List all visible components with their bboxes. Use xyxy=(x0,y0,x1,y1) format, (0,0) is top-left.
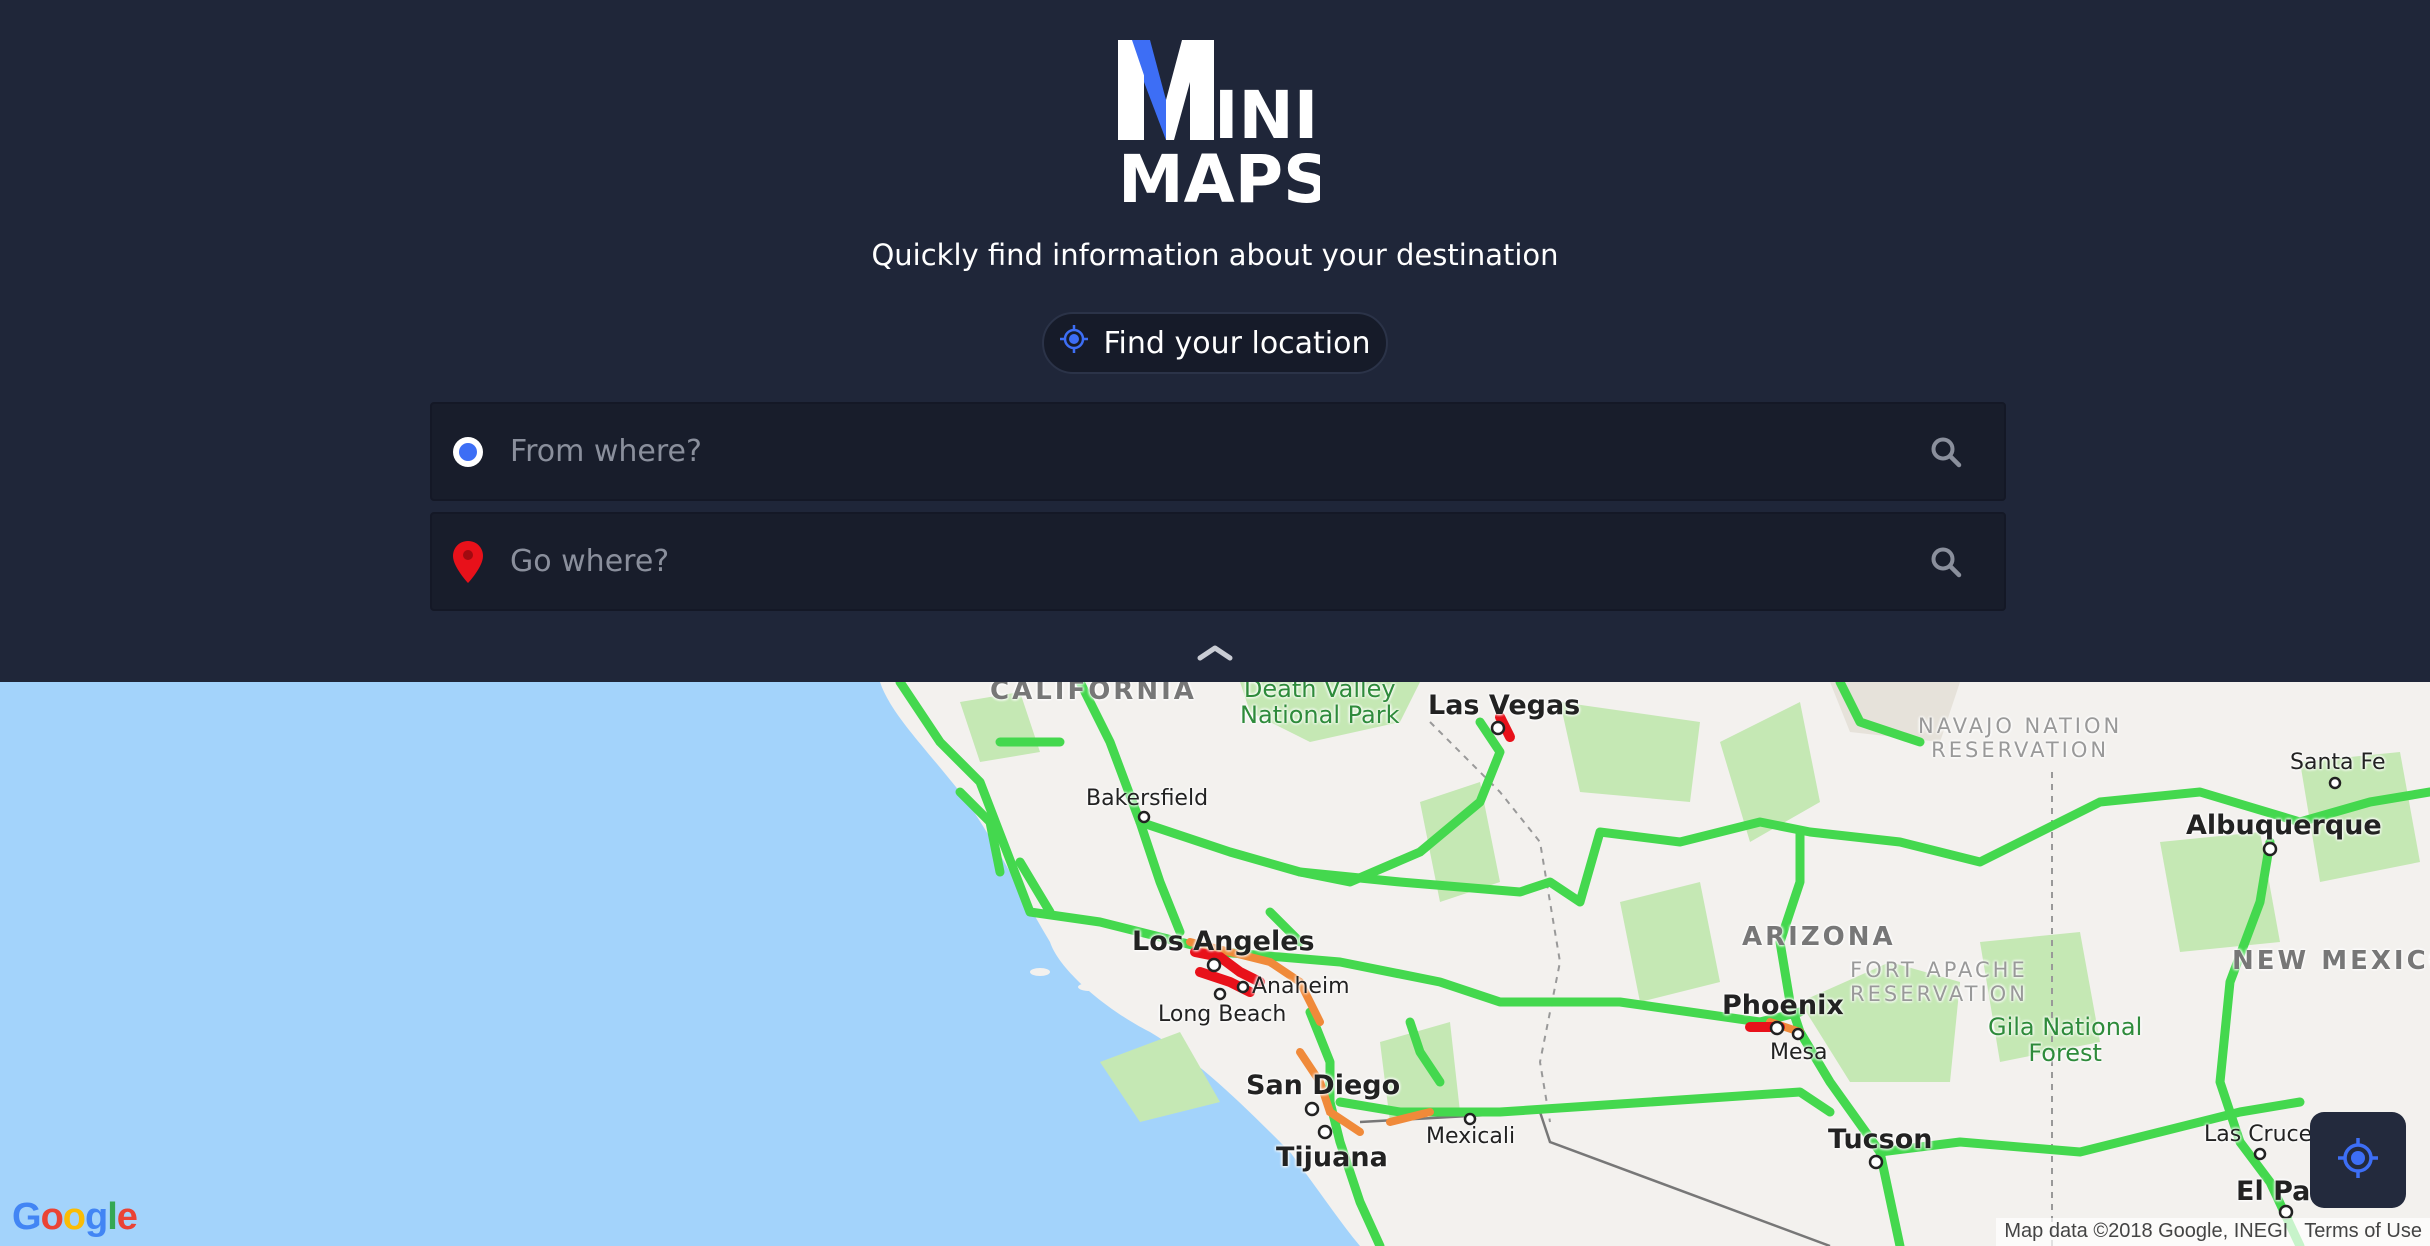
map-label-bakersfield: Bakersfield xyxy=(1086,786,1209,811)
map-pin-icon xyxy=(450,540,486,583)
terms-link[interactable]: Terms of Use xyxy=(2296,1218,2430,1246)
from-search-field xyxy=(430,402,2006,501)
map-label-long-beach: Long Beach xyxy=(1158,1002,1287,1027)
attribution-text: Map data ©2018 Google, INEGI xyxy=(1996,1218,2297,1246)
map-label-navajo: NAVAJO NATION RESERVATION xyxy=(1918,714,2123,762)
origin-dot-icon xyxy=(450,434,486,470)
chevron-up-icon[interactable] xyxy=(1196,640,1234,664)
map-label-los-angeles: Los Angeles xyxy=(1132,926,1315,957)
map-label-santa-fe: Santa Fe xyxy=(2290,750,2386,775)
map-view[interactable]: CALIFORNIA Death Valley National Park La… xyxy=(0,682,2430,1246)
svg-text:MAPS: MAPS xyxy=(1118,141,1320,207)
map-label-new-mexico: NEW MEXICO xyxy=(2232,946,2430,976)
map-label-fort-apache: FORT APACHE RESERVATION xyxy=(1850,958,2028,1006)
tagline: Quickly find information about your dest… xyxy=(871,238,1559,272)
from-search-icon[interactable] xyxy=(1926,432,1966,472)
map-label-phoenix: Phoenix xyxy=(1722,990,1844,1021)
map-label-san-diego: San Diego xyxy=(1246,1070,1401,1101)
map-canvas xyxy=(0,682,2430,1246)
map-label-arizona: ARIZONA xyxy=(1742,922,1896,952)
map-label-death-valley: Death Valley National Park xyxy=(1240,682,1400,729)
app-header: INI MAPS Quickly find information about … xyxy=(0,0,2430,682)
map-label-anaheim: Anaheim xyxy=(1252,974,1350,999)
to-search-icon[interactable] xyxy=(1926,542,1966,582)
map-label-tijuana: Tijuana xyxy=(1276,1142,1388,1173)
map-label-las-vegas: Las Vegas xyxy=(1428,690,1581,721)
to-search-field xyxy=(430,512,2006,611)
my-location-button[interactable] xyxy=(2310,1112,2406,1208)
find-location-label: Find your location xyxy=(1103,325,1371,361)
map-label-gila: Gila National Forest xyxy=(1988,1013,2143,1067)
map-label-california: CALIFORNIA xyxy=(990,682,1197,706)
map-label-las-cruces: Las Cruces xyxy=(2204,1122,2324,1147)
my-location-icon xyxy=(2336,1136,2380,1185)
find-location-button[interactable]: Find your location xyxy=(1042,312,1388,374)
map-label-mexicali: Mexicali xyxy=(1426,1124,1516,1149)
map-label-tucson: Tucson xyxy=(1828,1124,1933,1155)
mini-maps-logo: INI MAPS xyxy=(1110,32,1331,218)
google-logo: Google xyxy=(12,1196,138,1238)
map-attribution: Map data ©2018 Google, INEGI Terms of Us… xyxy=(1996,1218,2430,1246)
crosshair-icon xyxy=(1059,324,1089,362)
from-input[interactable] xyxy=(508,420,1926,483)
map-label-mesa: Mesa xyxy=(1770,1040,1828,1065)
to-input[interactable] xyxy=(508,530,1926,593)
map-label-albuquerque: Albuquerque xyxy=(2186,810,2382,841)
